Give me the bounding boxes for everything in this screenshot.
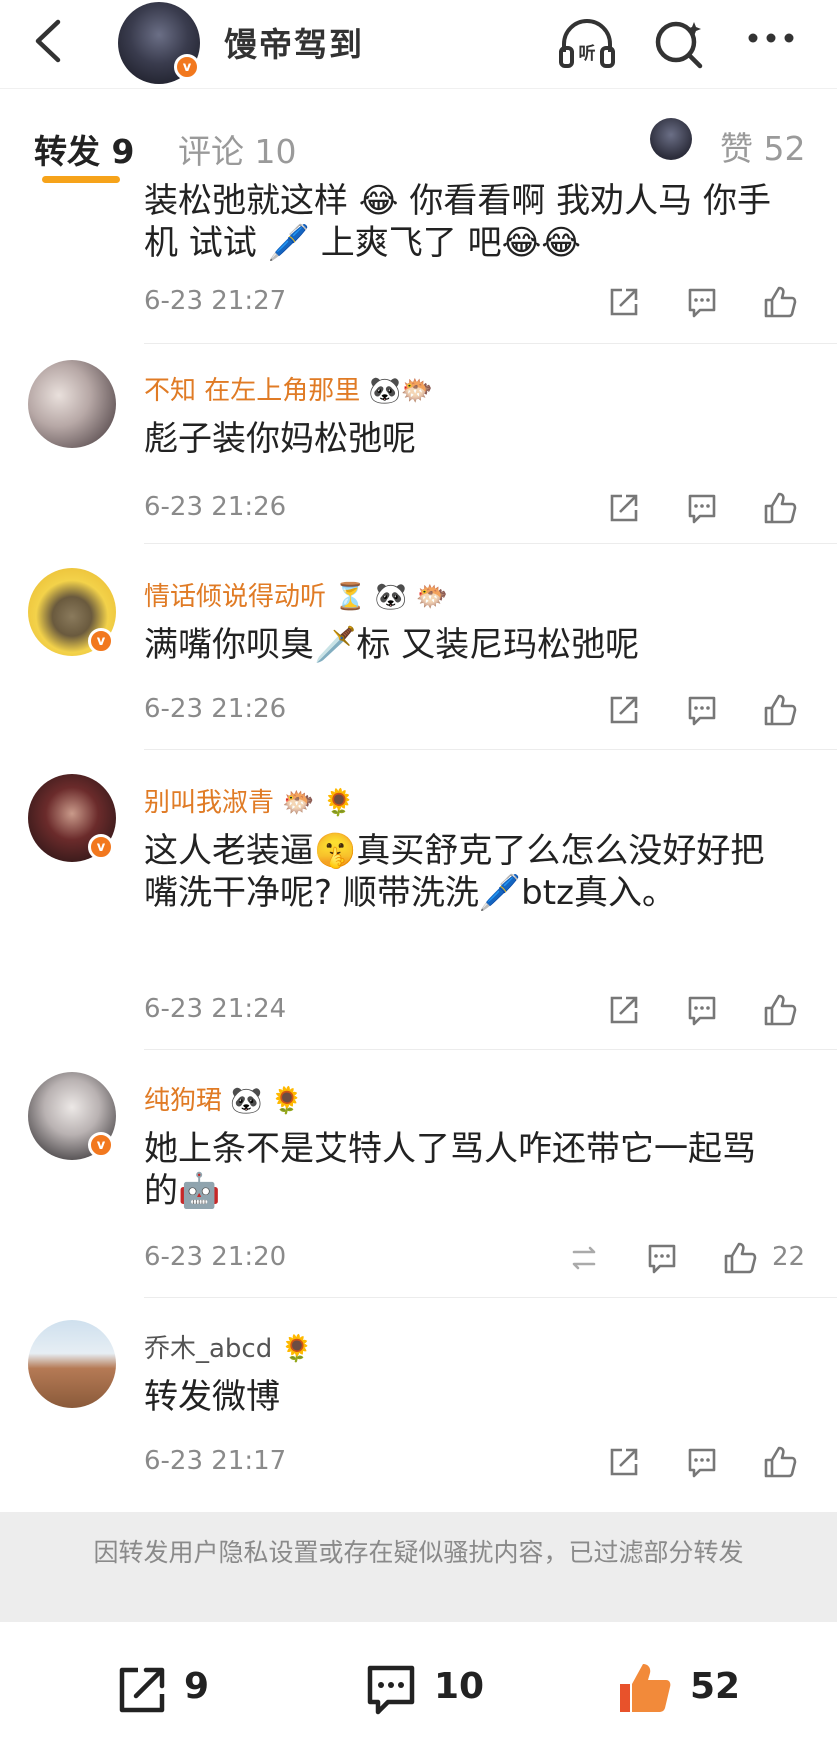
tab-active-indicator bbox=[42, 176, 120, 183]
list-item: v 情话倾说得动听 ⏳ 🐼 🐡 满嘴你呗臭🗡️标 又装尼玛松弛呢 6-23 21… bbox=[0, 544, 837, 750]
comment-icon[interactable] bbox=[644, 1240, 680, 1276]
page-title: 馒帝驾到 bbox=[224, 25, 364, 64]
item-text: 她上条不是艾特人了骂人咋还带它一起骂的🤖 bbox=[144, 1129, 756, 1211]
avatar[interactable]: v bbox=[28, 1072, 116, 1160]
avatar[interactable]: v bbox=[28, 774, 116, 862]
like-count: 22 bbox=[772, 1242, 806, 1272]
like-icon[interactable] bbox=[762, 692, 798, 728]
listen-label: 听 bbox=[579, 43, 596, 64]
verified-badge: v bbox=[88, 1132, 114, 1158]
tab-comment[interactable]: 评论 10 bbox=[178, 125, 296, 173]
item-text: 这人老装逼🤫真买舒克了么怎么没好好把嘴洗干净呢? 顺带洗洗🖊️btz真入。 bbox=[144, 831, 765, 913]
tab-repost[interactable]: 转发 9 bbox=[34, 125, 134, 173]
repost-icon[interactable] bbox=[112, 1660, 170, 1718]
item-text: 彪子装你妈松弛呢 bbox=[144, 419, 416, 459]
item-time: 6-23 21:26 bbox=[144, 694, 287, 724]
item-time: 6-23 21:24 bbox=[144, 994, 287, 1024]
item-text: 转发微博 bbox=[144, 1377, 280, 1417]
listen-icon[interactable]: 听 bbox=[556, 16, 618, 72]
user-name[interactable]: 纯狗珺 🐼 🌻 bbox=[144, 1080, 303, 1117]
like-icon[interactable] bbox=[762, 490, 798, 526]
repost-icon[interactable] bbox=[606, 1444, 642, 1480]
list-item: 乔木_abcd 🌻 转发微博 6-23 21:17 bbox=[0, 1298, 837, 1512]
comment-count: 10 bbox=[434, 1666, 485, 1707]
item-time: 6-23 21:17 bbox=[144, 1446, 287, 1476]
comment-icon[interactable] bbox=[684, 1444, 720, 1480]
tab-likes[interactable]: 赞 52 bbox=[720, 122, 805, 170]
back-icon[interactable] bbox=[28, 18, 68, 64]
tab-bar: 转发 9 评论 10 bbox=[0, 88, 837, 184]
item-time: 6-23 21:26 bbox=[144, 492, 287, 522]
verified-badge: v bbox=[88, 628, 114, 654]
search-icon[interactable] bbox=[650, 16, 712, 72]
repost-icon[interactable] bbox=[606, 992, 642, 1028]
list-item: v 纯狗珺 🐼 🌻 她上条不是艾特人了骂人咋还带它一起骂的🤖 6-23 21:2… bbox=[0, 1050, 837, 1298]
list-item: 不知 在左上角那里 🐼🐡 彪子装你妈松弛呢 6-23 21:26 bbox=[0, 344, 837, 544]
item-time: 6-23 21:20 bbox=[144, 1242, 287, 1272]
item-text: 装松弛就这样 😂 你看看啊 我劝人马 你手机 试试 🖊️ 上爽飞了 吧😂😂 bbox=[144, 181, 771, 263]
avatar[interactable] bbox=[28, 360, 116, 448]
user-name[interactable]: 别叫我淑青 🐡 🌻 bbox=[144, 782, 355, 819]
avatar[interactable]: v bbox=[28, 568, 116, 656]
bottom-action-bar: 9 10 52 bbox=[0, 1622, 837, 1756]
top-bar: v 馒帝驾到 听 bbox=[0, 0, 837, 88]
like-icon[interactable] bbox=[762, 1444, 798, 1480]
like-icon[interactable] bbox=[762, 992, 798, 1028]
comment-icon[interactable] bbox=[684, 284, 720, 320]
repost-icon[interactable] bbox=[566, 1240, 602, 1276]
like-icon[interactable] bbox=[762, 284, 798, 320]
comment-icon[interactable] bbox=[684, 992, 720, 1028]
avatar[interactable]: v bbox=[118, 2, 200, 84]
item-time: 6-23 21:27 bbox=[144, 286, 287, 316]
repost-icon[interactable] bbox=[606, 692, 642, 728]
comment-icon[interactable] bbox=[362, 1660, 420, 1718]
like-icon[interactable] bbox=[722, 1240, 758, 1276]
like-icon[interactable] bbox=[616, 1660, 674, 1718]
user-name[interactable]: 乔木_abcd 🌻 bbox=[144, 1328, 313, 1365]
more-icon[interactable] bbox=[740, 16, 802, 72]
avatar[interactable] bbox=[28, 1320, 116, 1408]
comment-icon[interactable] bbox=[684, 692, 720, 728]
repost-icon[interactable] bbox=[606, 490, 642, 526]
verified-badge: v bbox=[174, 54, 200, 80]
list-item: v 别叫我淑青 🐡 🌻 这人老装逼🤫真买舒克了么怎么没好好把嘴洗干净呢? 顺带洗… bbox=[0, 750, 837, 1050]
comment-icon[interactable] bbox=[684, 490, 720, 526]
item-text: 满嘴你呗臭🗡️标 又装尼玛松弛呢 bbox=[144, 625, 640, 665]
like-count: 52 bbox=[690, 1666, 741, 1707]
list-item: 装松弛就这样 😂 你看看啊 我劝人马 你手机 试试 🖊️ 上爽飞了 吧😂😂 6-… bbox=[0, 181, 837, 344]
liker-avatar[interactable] bbox=[650, 118, 692, 160]
user-name[interactable]: 不知 在左上角那里 🐼🐡 bbox=[144, 370, 433, 407]
repost-icon[interactable] bbox=[606, 284, 642, 320]
repost-count: 9 bbox=[184, 1666, 210, 1707]
filter-notice: 因转发用户隐私设置或存在疑似骚扰内容，已过滤部分转发 bbox=[0, 1512, 837, 1622]
user-name[interactable]: 情话倾说得动听 ⏳ 🐼 🐡 bbox=[144, 576, 448, 613]
verified-badge: v bbox=[88, 834, 114, 860]
